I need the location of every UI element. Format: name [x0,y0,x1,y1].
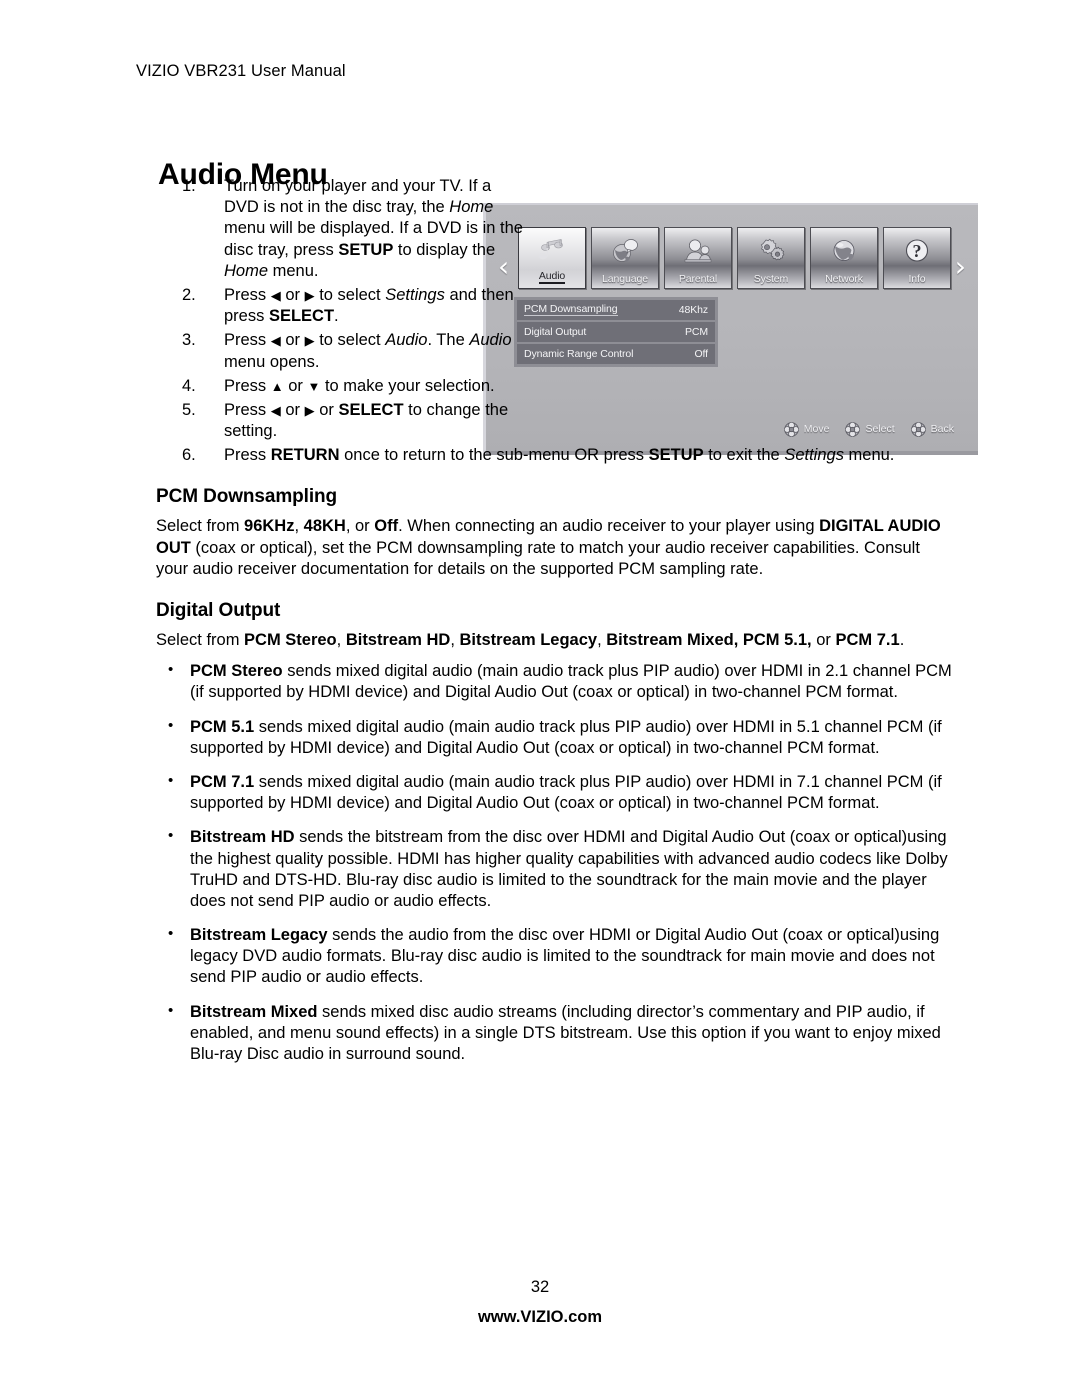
step-text: Press ▲ or ▼ to make your selection. [224,376,495,395]
step-item: 2. Press ◀ or ▶ to select Settings and th… [156,285,524,327]
step-number: 4. [182,376,196,395]
step-item: 5. Press ◀ or ▶ or SELECT to change the s… [156,400,524,442]
page-footer: 32 www.VIZIO.com [0,1278,1080,1327]
section-heading: PCM Downsampling [156,486,338,508]
direction-arrow-icon: ◀ [270,333,281,349]
direction-arrow-icon: ▶ [304,333,315,349]
page-content: 1. Turn on your player and your TV. If a … [156,176,956,1078]
bullet-text: PCM Stereo sends mixed digital audio (ma… [190,662,952,702]
bullet-item: • PCM 5.1 sends mixed digital audio (main… [156,717,956,759]
step-item: 1. Turn on your player and your TV. If a … [156,176,524,282]
step-number: 1. [182,177,196,195]
bullet-dot-icon: • [168,827,174,845]
numbered-steps: 1. Turn on your player and your TV. If a … [156,176,956,466]
running-header: VIZIO VBR231 User Manual [136,62,346,80]
step-number: 5. [182,400,196,419]
bullet-text: PCM 7.1 sends mixed digital audio (main … [190,772,942,813]
direction-arrow-icon: ▶ [304,402,315,418]
page-number: 32 [530,1278,550,1296]
bullet-item: • Bitstream Mixed sends mixed disc audio … [156,1002,956,1066]
step-number: 6. [182,446,196,465]
section-paragraph: Select from 96KHz, 48KH, or Off. When co… [156,517,941,578]
step-number: 3. [182,331,196,350]
nav-next-arrow-icon[interactable]: › [955,253,966,281]
bullet-item: • PCM 7.1 sends mixed digital audio (main… [156,772,956,814]
step-item: 6. Press RETURN once to return to the sub… [156,445,1024,466]
direction-arrow-icon: ▼ [307,378,321,394]
bullet-text: PCM 5.1 sends mixed digital audio (main … [190,717,942,757]
document-page: VIZIO VBR231 User Manual Audio Menu ‹ › [0,0,1080,1397]
bullet-dot-icon: • [168,1001,174,1019]
website-link[interactable]: www.VIZIO.com [0,1308,1080,1327]
step-text: Turn on your player and your TV. If a DV… [224,177,523,280]
bullet-dot-icon: • [168,925,174,943]
bullet-text: Bitstream Legacy sends the audio from th… [190,926,940,987]
direction-arrow-icon: ◀ [270,402,281,418]
direction-arrow-icon: ◀ [270,287,281,303]
sections-host: PCM Downsampling Select from 96KHz, 48KH,… [156,486,956,651]
bullet-dot-icon: • [168,716,174,734]
step-item: 3. Press ◀ or ▶ to select Audio. The Audi… [156,330,524,372]
step-text: Press ◀ or ▶ to select Settings and then… [224,285,514,326]
direction-arrow-icon: ▲ [270,378,284,394]
bullet-dot-icon: • [168,771,174,789]
bullet-item: • PCM Stereo sends mixed digital audio (m… [156,661,956,703]
direction-arrow-icon: ▶ [304,287,315,303]
step-text: Press ◀ or ▶ to select Audio. The Audio … [224,331,512,371]
step-text: Press RETURN once to return to the sub-m… [224,446,895,465]
bullet-text: Bitstream Mixed sends mixed disc audio s… [190,1002,941,1063]
bullet-item: • Bitstream Legacy sends the audio from t… [156,925,956,989]
step-text: Press ◀ or ▶ or SELECT to change the set… [224,400,509,441]
bullet-text: Bitstream HD sends the bitstream from th… [190,828,948,910]
section-heading: Digital Output [156,600,281,621]
bullet-item: • Bitstream HD sends the bitstream from t… [156,827,956,912]
step-number: 2. [182,285,196,304]
bullet-dot-icon: • [168,661,174,679]
step-item: 4. Press ▲ or ▼ to make your selection. [156,376,524,397]
digital-output-bullets: • PCM Stereo sends mixed digital audio (m… [156,661,956,1065]
section-paragraph: Select from PCM Stereo, Bitstream HD, Bi… [156,631,905,649]
